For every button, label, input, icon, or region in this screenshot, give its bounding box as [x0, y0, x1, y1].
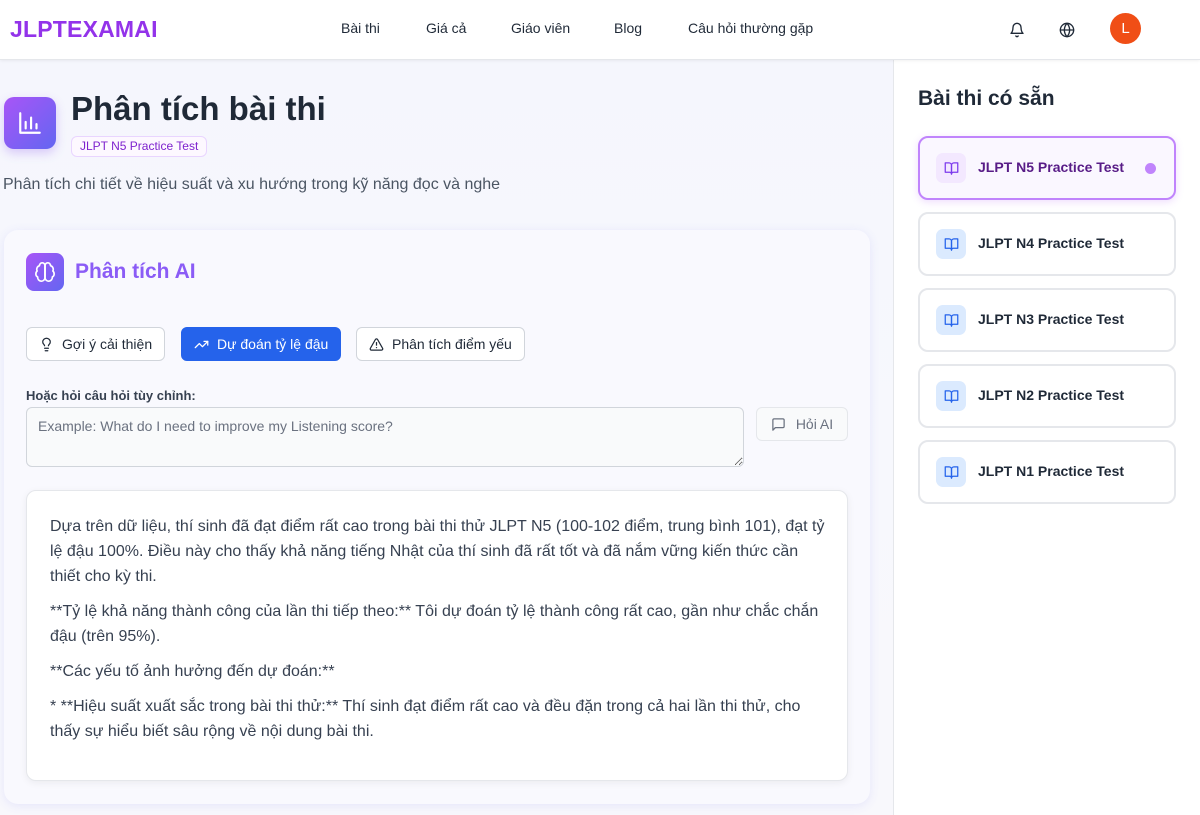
test-badge: JLPT N5 Practice Test	[71, 136, 208, 157]
answer-paragraph: * **Hiệu suất xuất sắc trong bài thi thử…	[50, 698, 801, 740]
answer-paragraph: **Tỷ lệ khả năng thành công của lần thi …	[50, 603, 819, 645]
trending-up-icon	[194, 340, 209, 348]
test-item-n3[interactable]: JLPT N3 Practice Test	[918, 288, 1176, 352]
test-label: JLPT N1 Practice Test	[978, 463, 1125, 479]
globe-icon[interactable]	[1055, 18, 1079, 42]
bar-chart-icon	[4, 97, 56, 149]
test-label: JLPT N3 Practice Test	[978, 311, 1125, 327]
page-title: Phân tích bài thi	[71, 90, 326, 127]
test-item-n4[interactable]: JLPT N4 Practice Test	[918, 212, 1176, 276]
user-avatar[interactable]: L	[1110, 13, 1141, 44]
message-icon	[772, 417, 785, 431]
predict-pass-rate-button[interactable]: Dự đoán tỷ lệ đậu	[181, 327, 342, 361]
chip-label: Gợi ý cải thiện	[62, 336, 153, 352]
test-item-n5[interactable]: JLPT N5 Practice Test	[918, 136, 1176, 200]
test-label: JLPT N5 Practice Test	[978, 159, 1125, 175]
book-icon	[936, 229, 966, 259]
ask-ai-label: Hỏi AI	[795, 416, 834, 432]
nav-item-blog[interactable]: Blog	[614, 20, 642, 36]
ai-answer-panel: Dựa trên dữ liệu, thí sinh đã đạt điểm r…	[26, 490, 848, 781]
sidebar-title: Bài thi có sẵn	[918, 87, 1055, 110]
bell-icon[interactable]	[1005, 18, 1029, 42]
suggest-improvement-button[interactable]: Gợi ý cải thiện	[26, 327, 166, 361]
nav-item-exams[interactable]: Bài thi	[341, 20, 380, 36]
test-label: JLPT N2 Practice Test	[978, 387, 1125, 403]
page-subtitle: Phân tích chi tiết về hiệu suất và xu hư…	[3, 176, 501, 193]
ai-section-title: Phân tích AI	[75, 260, 196, 283]
chip-label: Phân tích điểm yếu	[392, 336, 512, 352]
available-tests-sidebar: Bài thi có sẵn JLPT N5 Practice Test JLP…	[893, 60, 1200, 815]
book-icon	[936, 457, 966, 487]
test-item-n2[interactable]: JLPT N2 Practice Test	[918, 364, 1176, 428]
nav-item-teachers[interactable]: Giáo viên	[511, 20, 570, 36]
answer-paragraph: **Các yếu tố ảnh hưởng đến dự đoán:**	[50, 663, 335, 680]
chip-label: Dự đoán tỷ lệ đậu	[217, 336, 329, 352]
top-header: JLPTEXAMAI Bài thi Giá cả Giáo viên Blog…	[0, 0, 1200, 60]
brain-icon	[26, 253, 64, 291]
test-label: JLPT N4 Practice Test	[978, 235, 1125, 251]
nav-item-faq[interactable]: Câu hỏi thường gặp	[688, 20, 813, 36]
book-icon	[936, 153, 966, 183]
warning-icon	[369, 337, 384, 351]
custom-question-label: Hoặc hỏi câu hỏi tùy chỉnh:	[26, 388, 196, 403]
answer-paragraph: Dựa trên dữ liệu, thí sinh đã đạt điểm r…	[50, 518, 825, 585]
test-item-n1[interactable]: JLPT N1 Practice Test	[918, 440, 1176, 504]
custom-question-input[interactable]	[26, 407, 744, 467]
lightbulb-icon	[42, 337, 51, 351]
ai-analysis-card: Phân tích AI Gợi ý cải thiện Dự đoán tỷ …	[4, 230, 870, 804]
weakness-analysis-button[interactable]: Phân tích điểm yếu	[356, 327, 525, 361]
nav-item-pricing[interactable]: Giá cả	[426, 20, 466, 36]
book-icon	[936, 305, 966, 335]
main-content: Phân tích bài thi JLPT N5 Practice Test …	[0, 60, 893, 815]
ask-ai-button[interactable]: Hỏi AI	[756, 407, 848, 441]
book-icon	[936, 381, 966, 411]
active-indicator	[1145, 163, 1156, 174]
